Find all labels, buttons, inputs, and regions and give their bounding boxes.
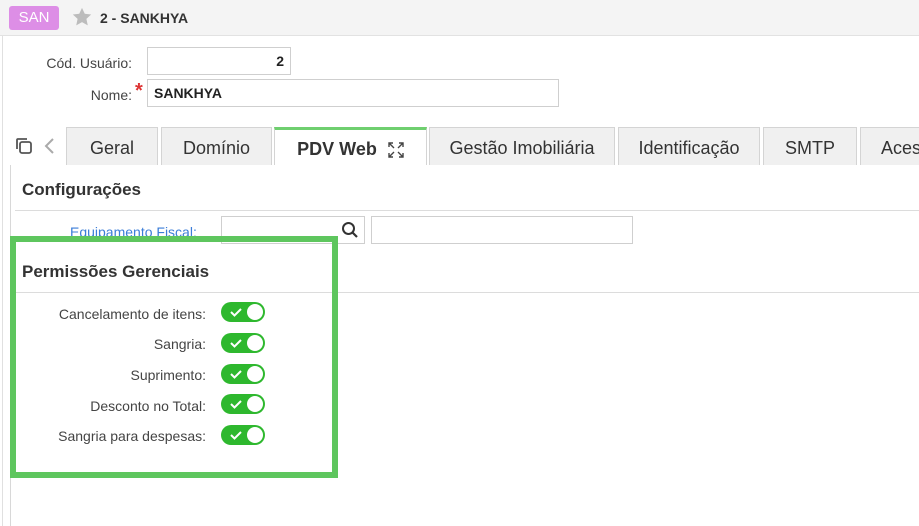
expand-icon[interactable] xyxy=(388,142,404,158)
perm-label-suprimento: Suprimento: xyxy=(130,367,206,383)
toggle-knob xyxy=(247,366,263,382)
check-icon xyxy=(230,431,242,440)
user-code-label: Cód. Usuário: xyxy=(46,55,132,71)
config-divider xyxy=(15,210,919,211)
search-icon[interactable] xyxy=(341,221,359,239)
toggle-cancel-items[interactable] xyxy=(221,302,265,322)
fiscal-equipment-description xyxy=(371,216,633,244)
tab-pdv-web-label: PDV Web xyxy=(297,139,377,159)
perm-label-sangria: Sangria: xyxy=(153,336,206,352)
tab-dominio[interactable]: Domínio xyxy=(161,127,272,165)
copy-icon[interactable] xyxy=(14,136,34,156)
toggle-sangria[interactable] xyxy=(221,333,265,353)
toggle-knob xyxy=(247,304,263,320)
toggle-suprimento[interactable] xyxy=(221,364,265,384)
tab-gestao-imobiliaria[interactable]: Gestão Imobiliária xyxy=(429,127,615,165)
toggle-knob xyxy=(247,396,263,412)
perm-label-cancel-items: Cancelamento de itens: xyxy=(58,306,206,322)
star-icon[interactable] xyxy=(71,6,93,28)
required-marker: * xyxy=(135,80,143,102)
tab-pdv-web[interactable]: PDV Web xyxy=(274,127,427,165)
toggle-knob xyxy=(247,427,263,443)
name-label: Nome: xyxy=(90,87,132,103)
name-field[interactable]: SANKHYA xyxy=(147,79,559,107)
permissions-divider xyxy=(15,292,919,293)
title-bar: SAN 2 - SANKHYA xyxy=(0,0,919,36)
tab-acesso[interactable]: Aces xyxy=(860,127,919,165)
permissions-section-title: Permissões Gerenciais xyxy=(22,262,210,281)
toggle-sangria-despesas[interactable] xyxy=(221,425,265,445)
check-icon xyxy=(230,308,242,317)
toggle-knob xyxy=(247,335,263,351)
toggle-desconto-total[interactable] xyxy=(221,394,265,414)
check-icon xyxy=(230,339,242,348)
chevron-left-icon[interactable] xyxy=(42,136,58,156)
user-code-field[interactable]: 2 xyxy=(147,47,291,75)
fiscal-equipment-link[interactable]: Equipamento Fiscal: xyxy=(70,224,197,240)
config-section-title: Configurações xyxy=(22,180,142,199)
entity-badge: SAN xyxy=(9,6,59,30)
record-title: 2 - SANKHYA xyxy=(100,10,189,26)
check-icon xyxy=(230,400,242,409)
perm-label-desconto-total: Desconto no Total: xyxy=(90,398,206,414)
tab-identificacao[interactable]: Identificação xyxy=(618,127,760,165)
tab-smtp[interactable]: SMTP xyxy=(763,127,857,165)
perm-label-sangria-despesas: Sangria para despesas: xyxy=(58,428,206,444)
tab-geral[interactable]: Geral xyxy=(66,127,158,165)
check-icon xyxy=(230,370,242,379)
